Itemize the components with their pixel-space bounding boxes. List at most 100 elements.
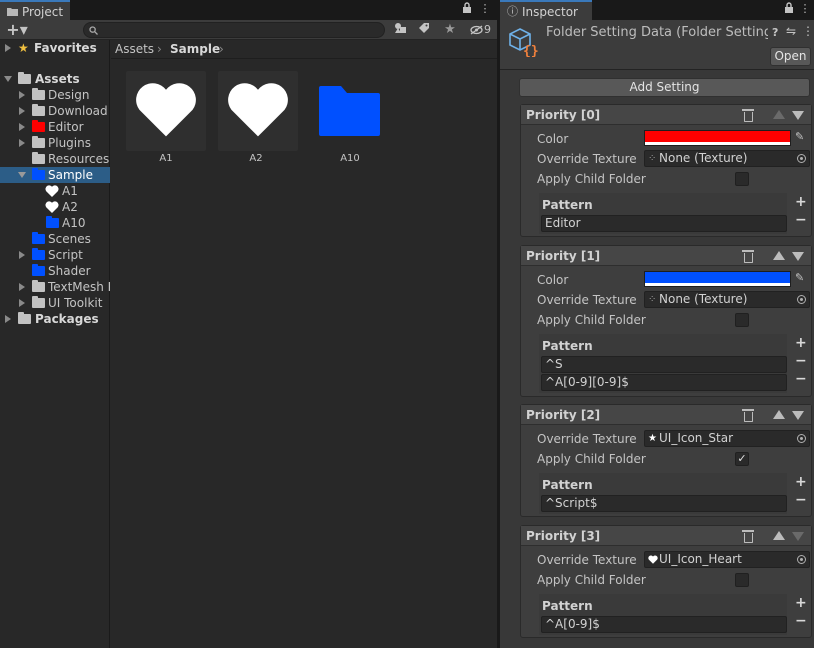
breadcrumb-current[interactable]: Sample [170, 40, 220, 59]
remove-pattern-icon[interactable]: − [795, 372, 807, 386]
more-menu-icon[interactable]: ⋮ [802, 24, 814, 38]
tab-inspector[interactable]: ⓘ Inspector [500, 0, 592, 20]
tree-item-design[interactable]: Design [0, 87, 110, 103]
move-up-icon[interactable] [773, 251, 785, 260]
object-picker-icon[interactable] [797, 555, 806, 564]
expand-arrow-icon[interactable] [5, 315, 11, 323]
tree-item-plugins[interactable]: Plugins [0, 135, 110, 151]
object-picker-icon[interactable] [797, 434, 806, 443]
favorite-star-icon[interactable]: ★ [440, 22, 460, 38]
expand-arrow-icon[interactable] [19, 107, 25, 115]
expand-arrow-icon[interactable] [19, 139, 25, 147]
expand-arrow-icon[interactable] [5, 44, 11, 52]
move-down-icon[interactable] [792, 411, 804, 420]
pattern-field[interactable]: ^A[0-9]$ [541, 616, 787, 633]
tree-item-packages[interactable]: Packages [0, 311, 110, 327]
apply-child-folder-checkbox[interactable] [735, 313, 749, 327]
color-field[interactable] [644, 130, 791, 146]
tree-item-a10[interactable]: A10 [0, 215, 110, 231]
asset-tile-a10[interactable] [310, 71, 390, 151]
move-down-icon[interactable] [792, 532, 804, 541]
tree-item-textmesh-pro[interactable]: TextMesh Pro [0, 279, 110, 295]
trash-icon[interactable] [742, 250, 754, 263]
object-picker-icon[interactable] [797, 295, 806, 304]
override-texture-field[interactable]: ⁘ None (Texture) [644, 150, 810, 167]
add-setting-button[interactable]: Add Setting [519, 78, 810, 97]
move-down-icon[interactable] [792, 111, 804, 120]
eyedropper-icon[interactable]: ✎ [795, 130, 804, 143]
move-down-icon[interactable] [792, 252, 804, 261]
search-by-type-icon[interactable] [390, 22, 410, 38]
tree-item-ui-toolkit[interactable]: UI Toolkit [0, 295, 110, 311]
presets-icon[interactable]: ⇋ [786, 24, 796, 38]
asset-tile-a1[interactable] [126, 71, 206, 151]
svg-text:{}: {} [523, 44, 539, 57]
override-texture-value: None (Texture) [659, 292, 748, 306]
tree-item-shader[interactable]: Shader [0, 263, 110, 279]
apply-child-folder-checkbox[interactable]: ✓ [735, 452, 749, 466]
expand-arrow-icon[interactable] [19, 251, 25, 259]
collapse-arrow-icon[interactable] [4, 76, 12, 82]
breadcrumb-root[interactable]: Assets [115, 40, 154, 59]
lock-icon[interactable] [782, 2, 796, 16]
tree-item-assets[interactable]: Assets [0, 71, 110, 87]
lock-icon[interactable] [460, 2, 474, 16]
tree-item-label: Plugins [48, 136, 91, 150]
texture-dots-icon: ⁘ [648, 294, 657, 305]
tree-item-sample[interactable]: Sample [0, 167, 110, 183]
tree-item-a1[interactable]: A1 [0, 183, 110, 199]
remove-pattern-icon[interactable]: − [795, 354, 807, 368]
more-menu-icon[interactable]: ⋮ [478, 2, 492, 16]
tree-item-download[interactable]: Download [0, 103, 110, 119]
tree-item-script[interactable]: Script [0, 247, 110, 263]
tree-item-favorites[interactable]: ★ Favorites [0, 40, 110, 56]
add-pattern-icon[interactable]: + [795, 336, 807, 350]
open-button[interactable]: Open [770, 47, 811, 66]
expand-arrow-icon[interactable] [19, 123, 25, 131]
star-icon: ★ [648, 433, 657, 444]
override-texture-field[interactable]: ★ UI_Icon_Star [644, 430, 810, 447]
hidden-packages-toggle[interactable]: 9 [470, 22, 496, 38]
pattern-field[interactable]: Editor [541, 215, 787, 232]
asset-tile-a2[interactable] [218, 71, 298, 151]
expand-arrow-icon[interactable] [19, 283, 25, 291]
tree-item-resources[interactable]: Resources [0, 151, 110, 167]
folder-blue-icon [32, 264, 45, 276]
object-picker-icon[interactable] [797, 154, 806, 163]
tree-item-editor[interactable]: Editor [0, 119, 110, 135]
tree-item-a2[interactable]: A2 [0, 199, 110, 215]
remove-pattern-icon[interactable]: − [795, 493, 807, 507]
create-plus-icon[interactable]: +▾ [4, 22, 30, 38]
help-icon[interactable]: ? [772, 26, 778, 39]
expand-arrow-icon[interactable] [19, 91, 25, 99]
move-up-icon[interactable] [773, 531, 785, 540]
pattern-field[interactable]: ^Script$ [541, 495, 787, 512]
remove-pattern-icon[interactable]: − [795, 614, 807, 628]
more-menu-icon[interactable]: ⋮ [798, 2, 812, 16]
pattern-field[interactable]: ^S [541, 356, 787, 373]
move-up-icon[interactable] [773, 410, 785, 419]
collapse-arrow-icon[interactable] [18, 172, 26, 178]
tree-item-scenes[interactable]: Scenes [0, 231, 110, 247]
trash-icon[interactable] [742, 109, 754, 122]
tab-project[interactable]: Project [0, 0, 70, 20]
tab-project-label: Project [22, 5, 64, 19]
add-pattern-icon[interactable]: + [795, 596, 807, 610]
override-texture-field[interactable]: UI_Icon_Heart [644, 551, 810, 568]
label-tag-icon[interactable] [414, 22, 434, 38]
trash-icon[interactable] [742, 530, 754, 543]
apply-child-folder-checkbox[interactable] [735, 172, 749, 186]
add-pattern-icon[interactable]: + [795, 475, 807, 489]
eyedropper-icon[interactable]: ✎ [795, 271, 804, 284]
apply-child-folder-checkbox[interactable] [735, 573, 749, 587]
override-texture-field[interactable]: ⁘ None (Texture) [644, 291, 810, 308]
pattern-field[interactable]: ^A[0-9][0-9]$ [541, 374, 787, 391]
expand-arrow-icon[interactable] [19, 299, 25, 307]
add-pattern-icon[interactable]: + [795, 195, 807, 209]
trash-icon[interactable] [742, 409, 754, 422]
color-field[interactable] [644, 271, 791, 287]
priority-section-2: Priority [2] Override Texture ★ UI_Icon_… [520, 404, 812, 517]
search-input[interactable] [83, 22, 385, 38]
move-up-icon[interactable] [773, 110, 785, 119]
remove-pattern-icon[interactable]: − [795, 213, 807, 227]
